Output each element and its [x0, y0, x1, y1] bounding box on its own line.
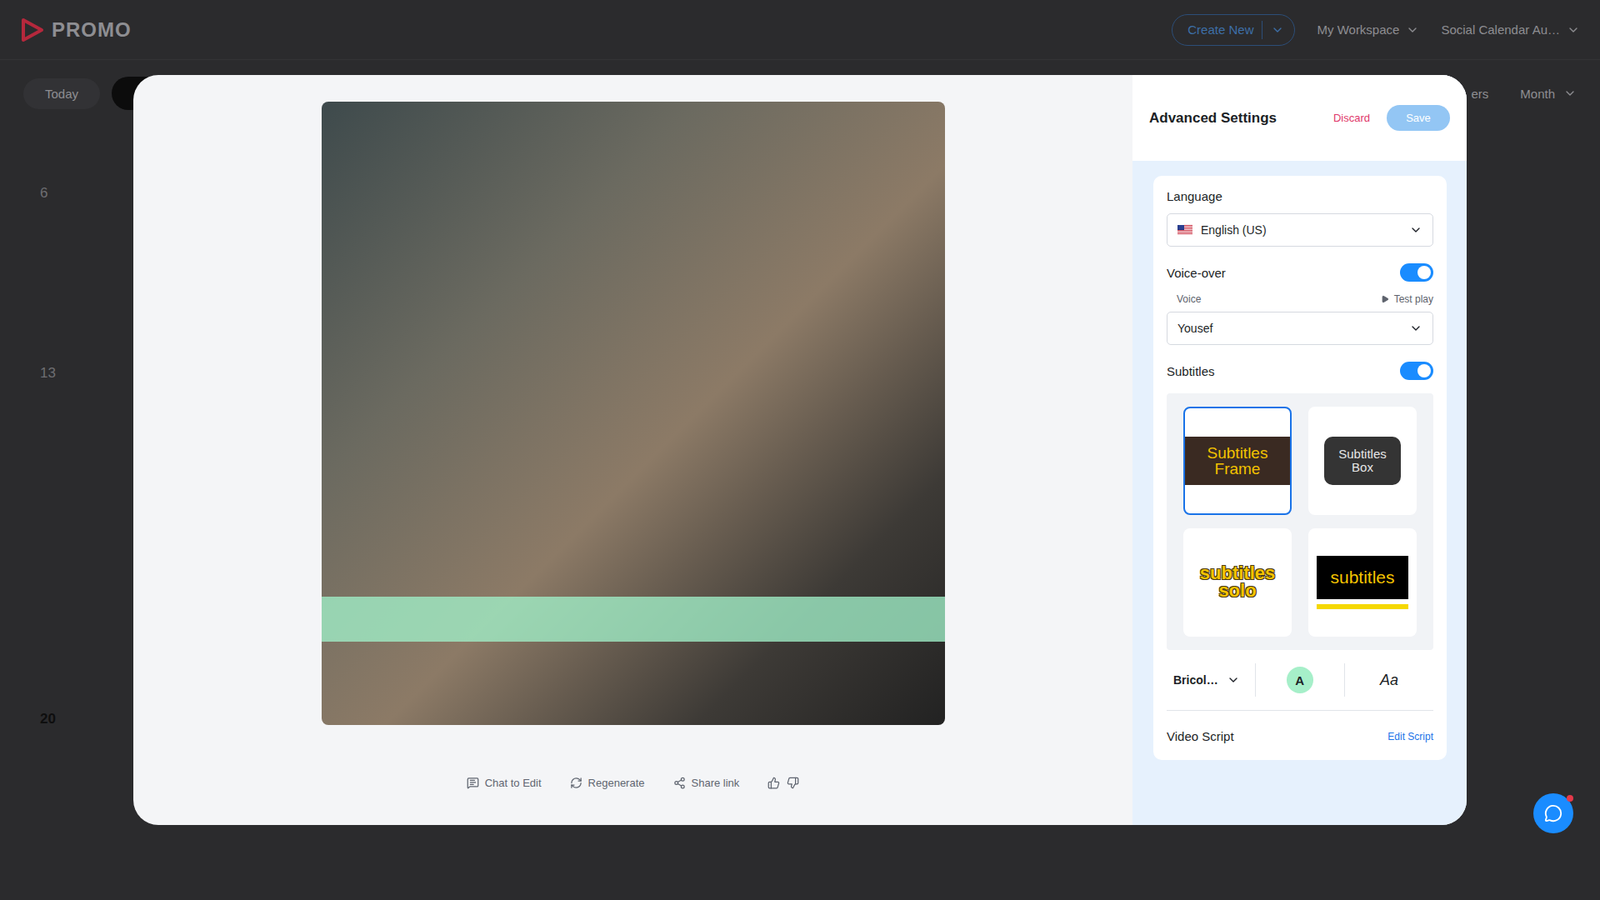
voiceover-toggle[interactable]: [1400, 263, 1434, 282]
subtitles-toggle[interactable]: [1400, 361, 1434, 380]
play-icon: [1380, 295, 1390, 304]
bar-preview: subtitles: [1316, 555, 1409, 610]
logo-icon: [20, 17, 45, 43]
subtitle-style-tile[interactable]: subtitles solo: [1183, 528, 1292, 637]
frame-preview: Subtitles Frame: [1185, 436, 1290, 485]
notification-dot: [1566, 795, 1574, 802]
edit-script-link[interactable]: Edit Script: [1387, 730, 1434, 743]
regenerate-icon: [570, 776, 583, 790]
today-button[interactable]: Today: [23, 78, 100, 110]
voice-row: Voice Test play: [1166, 293, 1434, 305]
font-row: Bricol… A Aa: [1166, 661, 1434, 699]
page: PROMO Create New My Workspace Social Calend…: [0, 0, 1600, 900]
voiceover-row: Voice-over: [1166, 263, 1434, 282]
chevron-down-icon: [1566, 23, 1580, 37]
preview-actions: Chat to Edit Regenerate Share link: [466, 776, 800, 790]
app-logo[interactable]: PROMO: [20, 17, 132, 43]
subtitles-label: Subtitles: [1166, 364, 1215, 379]
view-select[interactable]: Month: [1520, 86, 1577, 101]
box-preview: Subtitles Box: [1324, 436, 1401, 485]
chat-edit-icon: [466, 776, 480, 790]
chevron-down-icon: [1270, 23, 1285, 37]
video-modal: Chat to Edit Regenerate Share link Advanced…: [133, 75, 1467, 825]
voiceover-label: Voice-over: [1166, 265, 1226, 280]
settings-title: Advanced Settings: [1149, 110, 1317, 127]
settings-panel: Advanced Settings Discard Save Language Engl…: [1132, 75, 1467, 825]
language-label: Language: [1166, 189, 1434, 204]
subtitle-strip: [321, 596, 945, 642]
test-play-button[interactable]: Test play: [1380, 293, 1434, 305]
script-row: Video Script Edit Script: [1166, 729, 1434, 744]
top-bar: PROMO Create New My Workspace Social Calend…: [0, 0, 1600, 60]
chevron-down-icon: [1409, 223, 1423, 237]
language-select[interactable]: English (US): [1166, 213, 1434, 247]
subtitle-styles: Subtitles Frame Subtitles Box subtitles so…: [1166, 393, 1434, 650]
filters-button[interactable]: ers: [1470, 86, 1489, 101]
top-menu[interactable]: Social Calendar Au…: [1440, 22, 1580, 37]
chevron-down-icon: [1405, 23, 1420, 37]
chat-button[interactable]: Chat to Edit: [466, 776, 542, 790]
font-select[interactable]: Bricol…: [1166, 673, 1255, 687]
discard-button[interactable]: Discard: [1333, 111, 1370, 125]
text-case-button[interactable]: Aa: [1380, 671, 1399, 690]
solo-preview: subtitles solo: [1188, 565, 1287, 600]
share-icon: [673, 776, 686, 790]
chevron-down-icon: [1226, 673, 1240, 687]
subtitle-style-tile[interactable]: Subtitles Frame: [1183, 406, 1292, 515]
feedback: [767, 776, 800, 790]
subtitle-style-tile[interactable]: Subtitles Box: [1308, 406, 1417, 515]
chat-launcher[interactable]: [1533, 793, 1574, 834]
settings-header: Advanced Settings Discard Save: [1132, 75, 1467, 161]
us-flag-icon: [1177, 225, 1193, 235]
top-actions: Create New My Workspace Social Calendar Au…: [1171, 14, 1580, 46]
save-button[interactable]: Save: [1386, 105, 1450, 131]
voice-select[interactable]: Yousef: [1166, 311, 1434, 345]
share-button[interactable]: Share link: [673, 776, 740, 790]
subtitle-style-tile[interactable]: subtitles: [1308, 528, 1417, 637]
video-preview[interactable]: [321, 101, 945, 725]
preview-column: Chat to Edit Regenerate Share link: [133, 75, 1133, 825]
settings-card: Language English (US) Voice-over Voice Test …: [1153, 175, 1447, 760]
color-swatch[interactable]: A: [1286, 666, 1314, 694]
script-label: Video Script: [1166, 729, 1235, 744]
top-menu[interactable]: My Workspace: [1316, 22, 1420, 37]
regenerate-button[interactable]: Regenerate: [570, 776, 645, 790]
thumbs-down-icon[interactable]: [786, 776, 800, 790]
chat-icon: [1544, 804, 1563, 823]
chevron-down-icon: [1409, 321, 1423, 335]
chevron-down-icon: [1563, 86, 1577, 100]
subtitles-row: Subtitles: [1166, 361, 1434, 380]
create-new-button[interactable]: Create New: [1171, 14, 1295, 46]
thumbs-up-icon[interactable]: [767, 776, 780, 790]
voice-label: Voice: [1176, 293, 1201, 305]
